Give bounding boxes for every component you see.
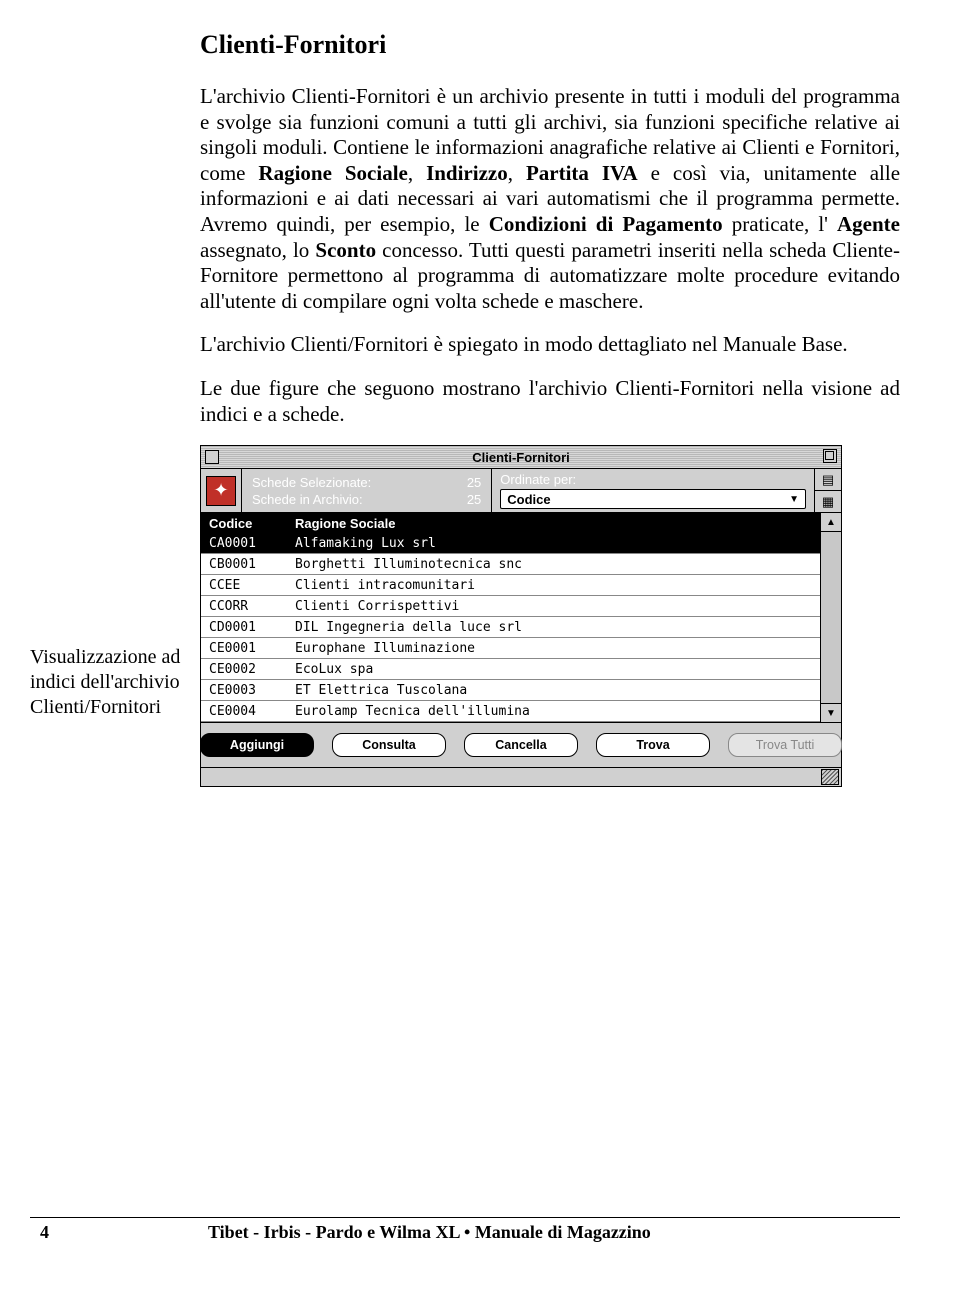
trova-button[interactable]: Trova xyxy=(596,733,710,757)
page-footer: 4 Tibet - Irbis - Pardo e Wilma XL • Man… xyxy=(30,1217,900,1243)
stat-value: 25 xyxy=(467,475,481,490)
records-table: Codice Ragione Sociale CA0001Alfamaking … xyxy=(201,513,841,722)
cell-code: CE0003 xyxy=(201,683,291,698)
bold-term: Agente xyxy=(837,212,900,236)
chevron-down-icon: ▼ xyxy=(789,494,799,505)
sort-panel: Ordinate per: Codice ▼ xyxy=(491,469,814,512)
cell-code: CA0001 xyxy=(201,536,291,551)
figure-caption: Visualizzazione ad indici dell'archivio … xyxy=(30,646,180,718)
stat-label: Schede Selezionate: xyxy=(252,475,371,490)
table-row[interactable]: CD0001DIL Ingegneria della luce srl xyxy=(201,617,820,638)
table-row[interactable]: CCORRClienti Corrispettivi xyxy=(201,596,820,617)
section-title: Clienti-Fornitori xyxy=(200,30,900,60)
table-row[interactable]: CA0001Alfamaking Lux srl xyxy=(201,533,820,554)
paragraph-3: Le due figure che seguono mostrano l'arc… xyxy=(200,376,900,427)
cell-code: CD0001 xyxy=(201,620,291,635)
bold-term: Sconto xyxy=(315,238,376,262)
cell-name: EcoLux spa xyxy=(291,662,820,677)
cell-name: Clienti Corrispettivi xyxy=(291,599,820,614)
resize-grip-icon[interactable] xyxy=(821,769,839,785)
paragraph-2: L'archivio Clienti/Fornitori è spiegato … xyxy=(200,332,900,358)
cell-code: CE0004 xyxy=(201,704,291,719)
cell-name: Eurolamp Tecnica dell'illumina xyxy=(291,704,820,719)
consulta-button[interactable]: Consulta xyxy=(332,733,446,757)
cell-name: DIL Ingegneria della luce srl xyxy=(291,620,820,635)
column-header-name[interactable]: Ragione Sociale xyxy=(291,516,820,531)
window-titlebar[interactable]: Clienti-Fornitori xyxy=(201,446,841,469)
button-bar: Aggiungi Consulta Cancella Trova Trova T… xyxy=(201,722,841,767)
figure-caption-sidebar: Visualizzazione ad indici dell'archivio … xyxy=(30,30,200,720)
sort-value: Codice xyxy=(507,492,550,507)
zoom-icon[interactable] xyxy=(823,449,837,463)
footer-text: Tibet - Irbis - Pardo e Wilma XL • Manua… xyxy=(208,1222,900,1243)
table-row[interactable]: CCEEClienti intracomunitari xyxy=(201,575,820,596)
vertical-scrollbar[interactable]: ▲ ▼ xyxy=(820,513,841,722)
cell-name: Europhane Illuminazione xyxy=(291,641,820,656)
resize-grip-bar xyxy=(201,767,841,786)
stat-label: Schede in Archivio: xyxy=(252,492,363,507)
cell-code: CCORR xyxy=(201,599,291,614)
table-header[interactable]: Codice Ragione Sociale xyxy=(201,513,820,533)
bold-term: Partita IVA xyxy=(526,161,638,185)
cell-name: ET Elettrica Tuscolana xyxy=(291,683,820,698)
window-title: Clienti-Fornitori xyxy=(201,450,841,465)
cell-code: CB0001 xyxy=(201,557,291,572)
close-icon[interactable] xyxy=(205,450,219,464)
stat-value: 25 xyxy=(467,492,481,507)
cell-code: CCEE xyxy=(201,578,291,593)
table-row[interactable]: CE0001Europhane Illuminazione xyxy=(201,638,820,659)
paragraph-1: L'archivio Clienti-Fornitori è un archiv… xyxy=(200,84,900,314)
scroll-track[interactable] xyxy=(821,532,841,703)
trova-tutti-button[interactable]: Trova Tutti xyxy=(728,733,842,757)
bold-term: Indirizzo xyxy=(426,161,508,185)
sort-label: Ordinate per: xyxy=(500,472,806,487)
view-list-icon[interactable]: ▤ xyxy=(815,469,841,491)
view-switch-icons: ▤ ▦ xyxy=(814,469,841,512)
app-window: Clienti-Fornitori ✦ Schede Selezionate: … xyxy=(200,445,842,787)
table-row[interactable]: CE0002EcoLux spa xyxy=(201,659,820,680)
cancella-button[interactable]: Cancella xyxy=(464,733,578,757)
table-row[interactable]: CB0001Borghetti Illuminotecnica snc xyxy=(201,554,820,575)
record-stats: Schede Selezionate: 25 Schede in Archivi… xyxy=(242,469,491,512)
cell-code: CE0002 xyxy=(201,662,291,677)
app-logo-icon: ✦ xyxy=(206,476,236,506)
view-card-icon[interactable]: ▦ xyxy=(815,491,841,512)
table-row[interactable]: CE0004Eurolamp Tecnica dell'illumina xyxy=(201,701,820,722)
cell-name: Alfamaking Lux srl xyxy=(291,536,820,551)
bold-term: Ragione Sociale xyxy=(258,161,407,185)
aggiungi-button[interactable]: Aggiungi xyxy=(200,733,314,757)
cell-code: CE0001 xyxy=(201,641,291,656)
scroll-down-icon[interactable]: ▼ xyxy=(821,703,841,722)
info-bar: ✦ Schede Selezionate: 25 Schede in Archi… xyxy=(201,469,841,513)
sort-select[interactable]: Codice ▼ xyxy=(500,489,806,509)
page-number: 4 xyxy=(30,1222,208,1243)
bold-term: Condizioni di Pagamento xyxy=(489,212,723,236)
app-logo-cell: ✦ xyxy=(201,469,242,512)
scroll-up-icon[interactable]: ▲ xyxy=(821,513,841,532)
cell-name: Clienti intracomunitari xyxy=(291,578,820,593)
table-row[interactable]: CE0003ET Elettrica Tuscolana xyxy=(201,680,820,701)
cell-name: Borghetti Illuminotecnica snc xyxy=(291,557,820,572)
column-header-code[interactable]: Codice xyxy=(201,516,291,531)
